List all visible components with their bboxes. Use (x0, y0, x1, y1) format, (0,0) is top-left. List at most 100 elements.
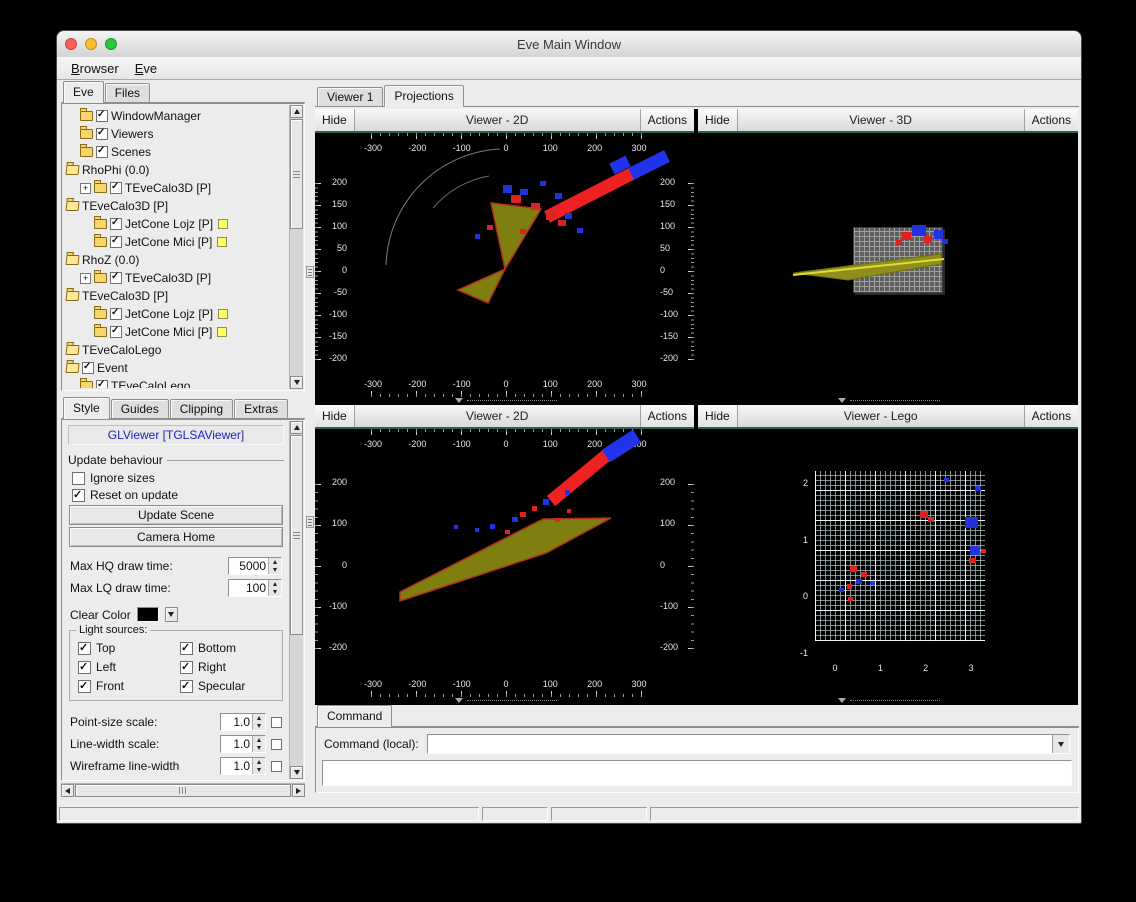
number-spinner[interactable]: 100 (228, 579, 282, 597)
tree-item[interactable]: Viewers (64, 125, 288, 143)
scroll-up-icon[interactable] (290, 105, 303, 118)
menu-item[interactable]: Eve (127, 59, 165, 78)
command-combobox[interactable] (426, 734, 1070, 754)
tree-checkbox[interactable] (96, 127, 108, 140)
tab[interactable]: Projections (384, 85, 464, 107)
tree-item[interactable]: JetCone Lojz [P] (64, 215, 288, 233)
light-source-checkbox[interactable]: Specular (180, 679, 274, 693)
tree-item[interactable]: RhoPhi (0.0) (64, 161, 288, 179)
light-source-checkbox[interactable]: Bottom (180, 641, 274, 655)
actions-button[interactable]: Actions (1023, 405, 1078, 427)
spinner-arrows[interactable] (268, 558, 281, 574)
tab[interactable]: Style (63, 397, 110, 419)
checkbox[interactable] (180, 641, 193, 655)
minimize-button[interactable] (85, 38, 97, 50)
light-source-checkbox[interactable]: Left (78, 660, 172, 674)
tree-checkbox[interactable] (110, 271, 122, 284)
checkbox[interactable] (78, 641, 91, 655)
checkbox[interactable] (72, 471, 85, 485)
actions-button[interactable]: Actions (639, 405, 694, 427)
tree-item[interactable]: TEveCaloLego (64, 341, 288, 359)
panel-hscrollbar[interactable] (61, 783, 305, 797)
tree-item[interactable]: + TEveCalo3D [P] (64, 179, 288, 197)
spinner-value[interactable]: 1.0 (221, 714, 252, 730)
tab[interactable]: Clipping (169, 399, 234, 418)
tree-item[interactable]: WindowManager (64, 107, 288, 125)
tree-checkbox[interactable] (110, 325, 122, 338)
tree-checkbox[interactable] (110, 307, 122, 320)
checkbox[interactable] (78, 660, 91, 674)
light-source-checkbox[interactable]: Front (78, 679, 172, 693)
tree-item[interactable]: Scenes (64, 143, 288, 161)
tree-item[interactable]: JetCone Lojz [P] (64, 305, 288, 323)
scroll-down-icon[interactable] (290, 766, 303, 779)
tree-item[interactable]: RhoZ (0.0) (64, 251, 288, 269)
splitter-grip[interactable] (306, 516, 314, 528)
tree-checkbox[interactable] (96, 379, 108, 388)
spinner-value[interactable]: 100 (229, 580, 268, 596)
close-button[interactable] (65, 38, 77, 50)
actions-button[interactable]: Actions (1023, 109, 1078, 131)
row-splitter[interactable] (698, 697, 1078, 705)
number-spinner[interactable]: 1.0 (220, 713, 266, 731)
checkbox[interactable] (180, 679, 193, 693)
editor-scrollbar[interactable] (289, 421, 303, 779)
spinner-value[interactable]: 1.0 (221, 758, 252, 774)
light-source-checkbox[interactable]: Right (180, 660, 274, 674)
spinner-arrows[interactable] (252, 758, 265, 774)
menu-item[interactable]: Browser (63, 59, 127, 78)
tree-item[interactable]: Event (64, 359, 288, 377)
tree-item[interactable]: TEveCalo3D [P] (64, 197, 288, 215)
editor-button[interactable]: Camera Home (69, 527, 283, 547)
hide-button[interactable]: Hide (315, 109, 355, 131)
spinner-arrows[interactable] (252, 714, 265, 730)
tab[interactable]: Viewer 1 (317, 87, 384, 106)
tree-item[interactable]: JetCone Mici [P] (64, 323, 288, 341)
tree-scrollbar[interactable] (289, 105, 303, 389)
tree-checkbox[interactable] (96, 145, 108, 158)
spinner-arrows[interactable] (252, 736, 265, 752)
checkbox[interactable] (78, 679, 91, 693)
editor-checkbox[interactable]: Reset on update (72, 488, 280, 502)
tree-item[interactable]: TEveCalo3D [P] (64, 287, 288, 305)
spinner-arrows[interactable] (268, 580, 281, 596)
scroll-up-icon[interactable] (290, 421, 303, 434)
tree-item[interactable]: TEveCaloLego (64, 377, 288, 388)
row-splitter[interactable] (315, 397, 694, 405)
scrollbar-thumb[interactable] (290, 119, 303, 229)
number-spinner[interactable]: 1.0 (220, 735, 266, 753)
tab[interactable]: Guides (110, 399, 169, 418)
checkbox[interactable] (72, 488, 85, 502)
spinner-value[interactable]: 1.0 (221, 736, 252, 752)
viewer-lego-canvas[interactable]: 0123 2 1 0 -1 (698, 429, 1078, 697)
scroll-down-icon[interactable] (290, 376, 303, 389)
scale-checkbox[interactable] (271, 738, 282, 750)
color-dropdown-button[interactable] (164, 607, 178, 622)
titlebar[interactable]: Eve Main Window (57, 31, 1081, 58)
row-splitter[interactable] (315, 697, 694, 705)
scale-checkbox[interactable] (271, 760, 282, 772)
expander-plus-icon[interactable]: + (80, 272, 91, 284)
combo-dropdown-icon[interactable] (1052, 735, 1069, 753)
scrollbar-thumb[interactable] (75, 784, 291, 797)
actions-button[interactable]: Actions (639, 109, 694, 131)
row-splitter[interactable] (698, 397, 1078, 405)
tree-checkbox[interactable] (96, 109, 108, 122)
tab[interactable]: Files (104, 83, 151, 102)
tree-item[interactable]: + TEveCalo3D [P] (64, 269, 288, 287)
number-spinner[interactable]: 1.0 (220, 757, 266, 775)
splitter-grip[interactable] (306, 266, 314, 278)
expander-plus-icon[interactable]: + (80, 182, 91, 194)
scroll-left-icon[interactable] (61, 784, 74, 797)
scroll-right-icon[interactable] (292, 784, 305, 797)
glviewer-name-label[interactable]: GLViewer [TGLSAViewer] (68, 425, 284, 445)
viewer-2d-rhoz-canvas[interactable]: -300 -200 -100 0 100 200 300 -300 -200 -100 0 100 2… (315, 429, 694, 697)
spinner-value[interactable]: 5000 (229, 558, 268, 574)
tab[interactable]: Extras (234, 399, 289, 418)
light-source-checkbox[interactable]: Top (78, 641, 172, 655)
clear-color-swatch[interactable] (136, 607, 159, 622)
tree-checkbox[interactable] (82, 361, 94, 374)
command-output[interactable] (322, 760, 1072, 786)
editor-button[interactable]: Update Scene (69, 505, 283, 525)
zoom-button[interactable] (105, 38, 117, 50)
